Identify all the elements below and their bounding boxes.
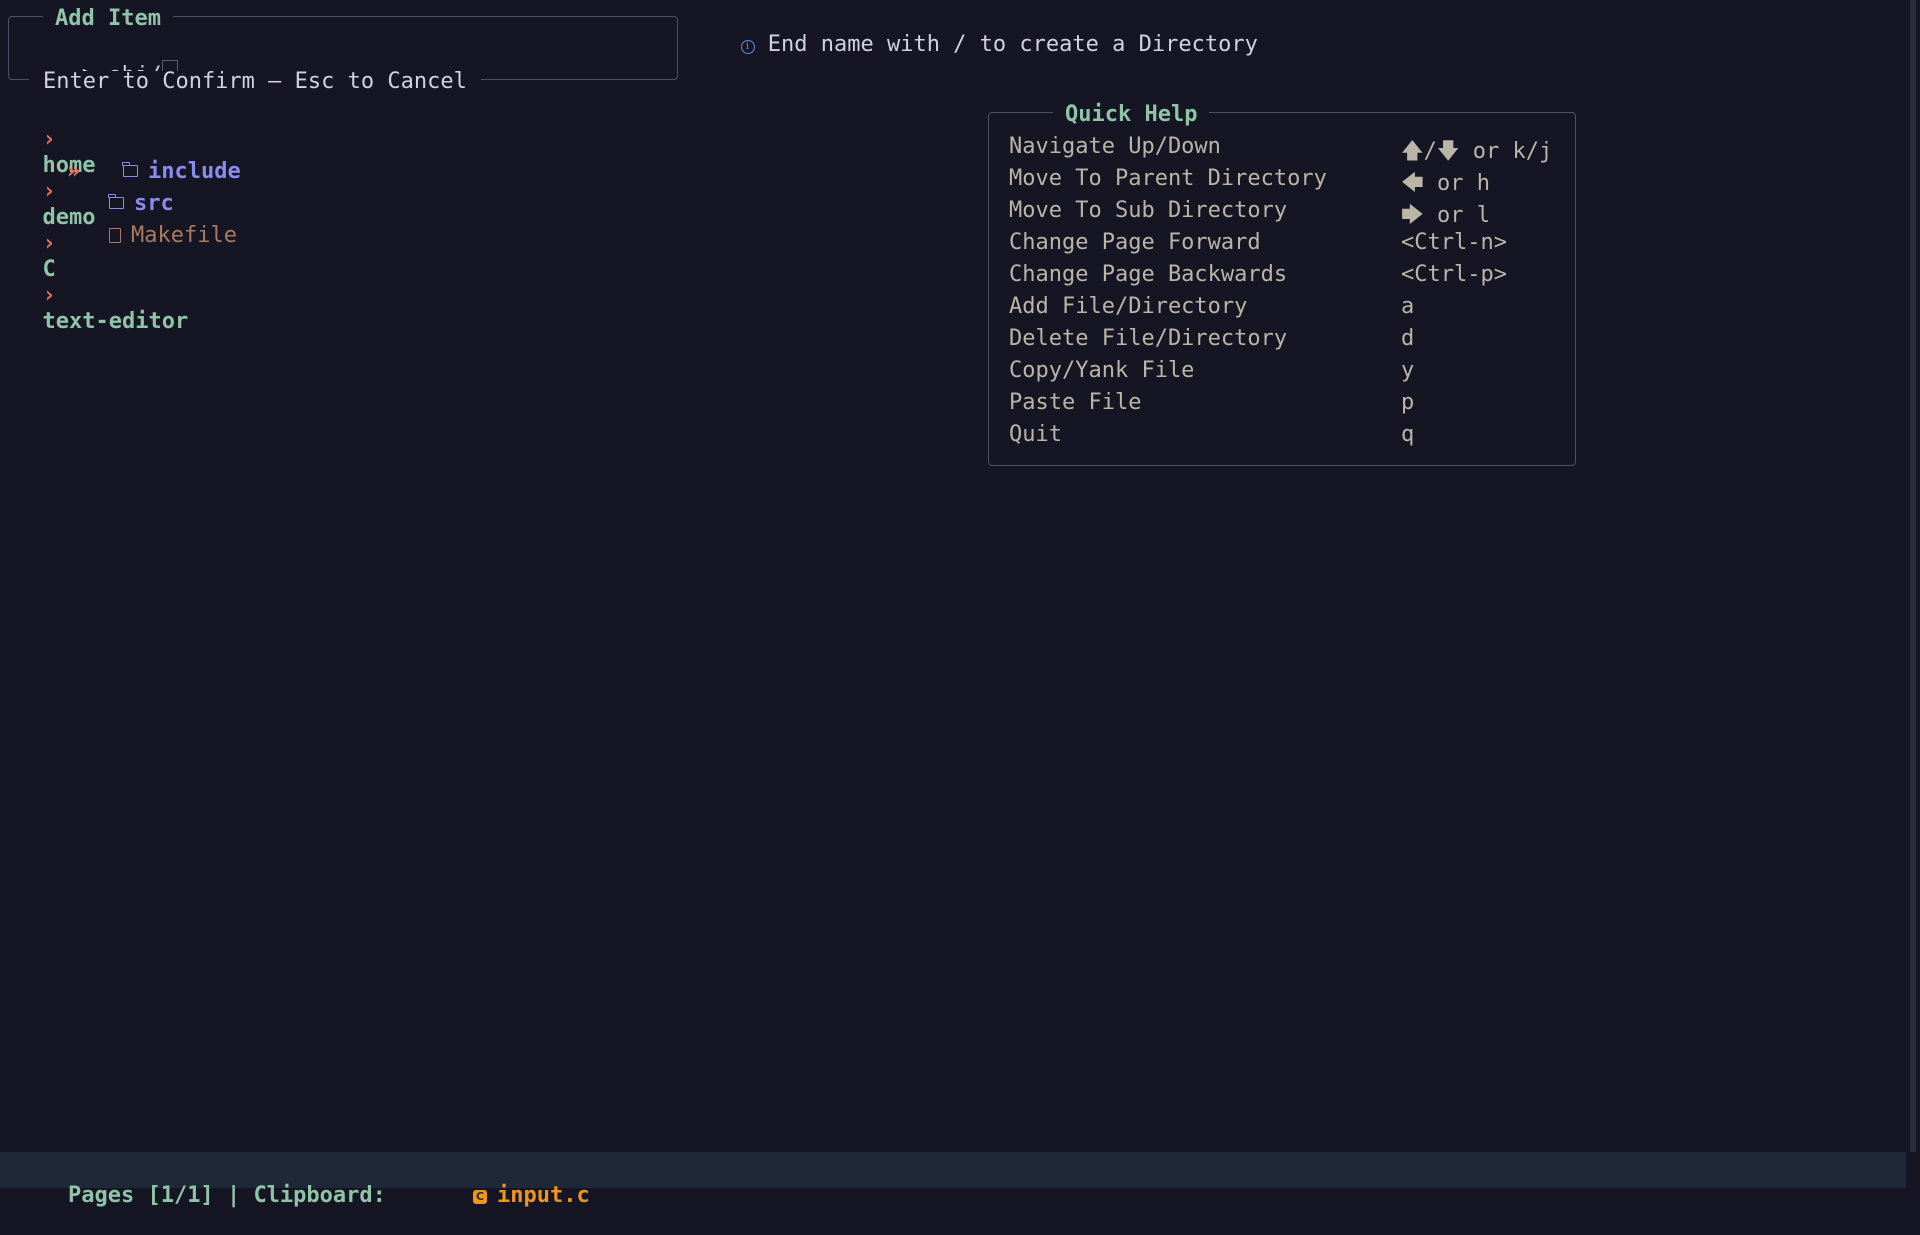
quick-help-panel: Quick Help Navigate Up/Down 🡅/🡇 or k/j M… — [988, 104, 1576, 466]
breadcrumb-separator: › — [42, 283, 56, 308]
quick-help-title: Quick Help — [1053, 104, 1210, 126]
help-action: Move To Sub Directory — [1009, 198, 1288, 223]
help-key: p — [1401, 390, 1415, 415]
help-action: Change Page Backwards — [1009, 262, 1288, 287]
list-item-name: Makefile — [130, 223, 237, 248]
scrollbar[interactable] — [1910, 0, 1916, 1152]
add-item-title: Add Item — [43, 8, 173, 30]
status-bar: Pages [1/1] | Clipboard: Cinput.c — [0, 1152, 1906, 1208]
help-action: Quit — [1009, 422, 1062, 447]
status-bar-content: Pages [1/1] | Clipboard: — [15, 1157, 386, 1235]
clipboard-label: Clipboard: — [253, 1183, 386, 1208]
breadcrumb-separator: › — [42, 231, 56, 256]
info-icon: i — [740, 40, 755, 54]
file-icon — [108, 228, 121, 243]
clipboard-entry: Cinput.c — [420, 1157, 590, 1235]
breadcrumb-part-c[interactable]: C — [43, 257, 56, 282]
help-key: d — [1401, 326, 1415, 351]
help-key: q — [1401, 422, 1415, 447]
help-action: Add File/Directory — [1009, 294, 1248, 319]
status-divider: | — [226, 1183, 241, 1208]
info-message: i End name with / to create a Directory — [714, 6, 1258, 58]
list-item-makefile[interactable]: Makefile — [56, 197, 237, 275]
help-key: <Ctrl-n> — [1401, 230, 1507, 255]
help-action: Paste File — [1009, 390, 1142, 415]
info-text: End name with / to create a Directory — [767, 32, 1258, 57]
add-item-dialog: Add Item > obj/ Enter to Confirm — Esc t… — [8, 8, 678, 93]
help-action: Copy/Yank File — [1009, 358, 1195, 383]
c-file-icon: C — [472, 1190, 487, 1204]
page-indicator: Pages [1/1] — [67, 1183, 214, 1208]
help-key: <Ctrl-p> — [1401, 262, 1507, 287]
help-key: y — [1401, 358, 1415, 383]
help-action: Change Page Forward — [1009, 230, 1261, 255]
help-action: Delete File/Directory — [1009, 326, 1288, 351]
clipboard-file: input.c — [496, 1183, 590, 1208]
help-action: Navigate Up/Down — [1009, 134, 1221, 159]
help-key: a — [1401, 294, 1415, 319]
breadcrumb-part-text-editor[interactable]: text-editor — [43, 309, 189, 334]
help-action: Move To Parent Directory — [1009, 166, 1327, 191]
add-item-footer: Enter to Confirm — Esc to Cancel — [29, 71, 481, 93]
